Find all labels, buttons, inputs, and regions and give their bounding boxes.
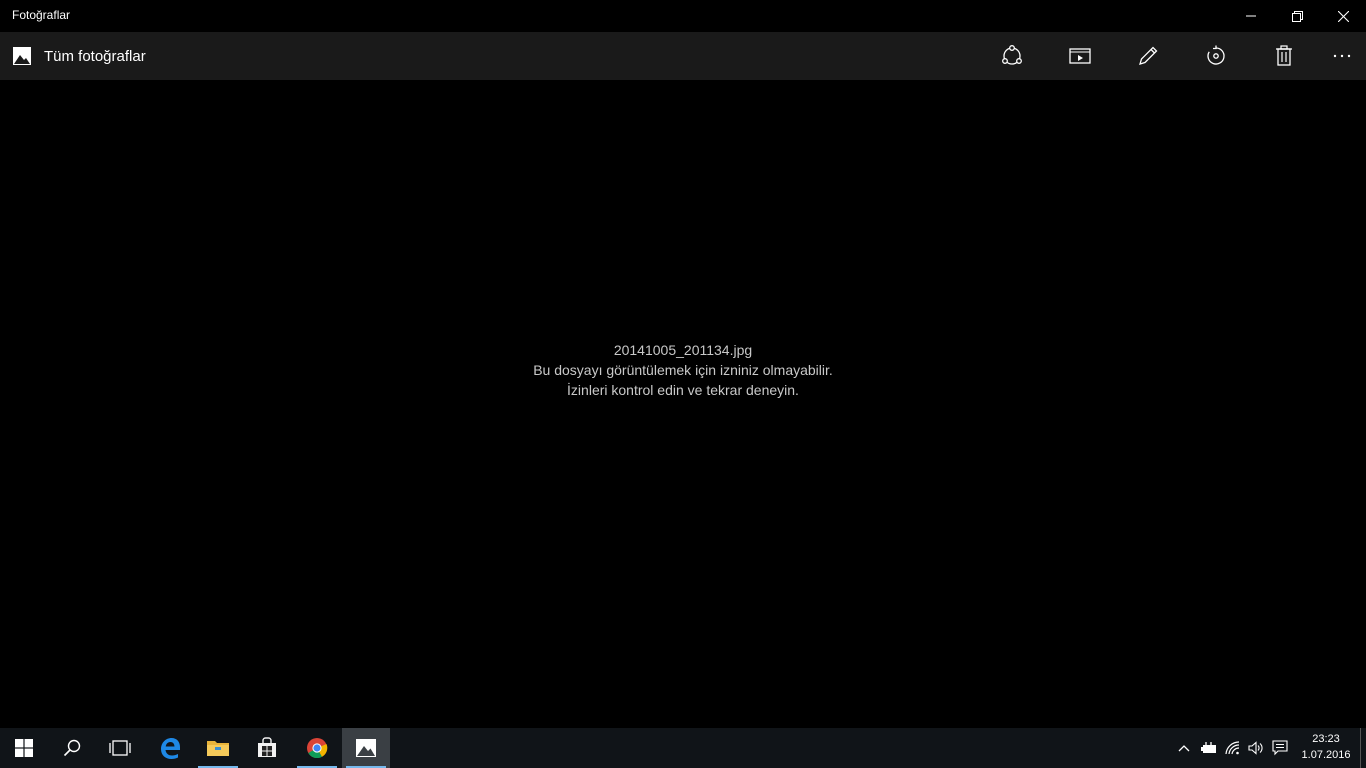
command-bar: Tüm fotoğraflar bbox=[0, 32, 1366, 80]
picture-icon bbox=[13, 47, 31, 65]
file-explorer-taskbar-button[interactable] bbox=[194, 728, 242, 768]
taskbar: 23:23 1.07.2016 bbox=[0, 728, 1366, 768]
clock-date: 1.07.2016 bbox=[1301, 749, 1351, 761]
rotate-icon bbox=[1207, 45, 1225, 65]
close-icon bbox=[1337, 10, 1349, 22]
edge-taskbar-button[interactable] bbox=[146, 728, 194, 768]
title-bar[interactable]: Fotoğraflar bbox=[0, 0, 1366, 32]
wifi-icon bbox=[1225, 741, 1240, 755]
minimize-button[interactable] bbox=[1228, 0, 1274, 32]
permission-message: Bu dosyayı görüntülemek için izniniz olm… bbox=[533, 362, 833, 398]
share-button[interactable] bbox=[982, 32, 1042, 80]
task-view-icon bbox=[109, 740, 131, 756]
restore-icon bbox=[1291, 10, 1303, 22]
more-icon bbox=[1333, 54, 1351, 58]
show-desktop-button[interactable] bbox=[1360, 728, 1366, 768]
minimize-icon bbox=[1246, 15, 1256, 17]
store-icon bbox=[258, 737, 276, 757]
more-button[interactable] bbox=[1312, 32, 1366, 80]
all-photos-link[interactable]: Tüm fotoğraflar bbox=[0, 32, 146, 80]
edit-button[interactable] bbox=[1118, 32, 1178, 80]
volume-tray-button[interactable] bbox=[1244, 728, 1268, 768]
search-icon bbox=[63, 739, 81, 757]
photos-window: Fotoğraflar Tüm fotoğraflar 20141005_201… bbox=[0, 0, 1366, 728]
photos-icon bbox=[356, 739, 376, 757]
app-title: Fotoğraflar bbox=[12, 8, 71, 22]
slideshow-button[interactable] bbox=[1050, 32, 1110, 80]
chevron-up-icon bbox=[1178, 745, 1190, 752]
photo-viewer: 20141005_201134.jpg Bu dosyayı görüntüle… bbox=[0, 80, 1366, 728]
show-hidden-icons-button[interactable] bbox=[1172, 728, 1196, 768]
clock-time: 23:23 bbox=[1312, 733, 1340, 745]
edge-icon bbox=[161, 738, 180, 759]
speaker-icon bbox=[1248, 741, 1263, 755]
restore-button[interactable] bbox=[1274, 0, 1320, 32]
slideshow-icon bbox=[1069, 48, 1091, 64]
notification-icon bbox=[1272, 740, 1288, 756]
photos-taskbar-button[interactable] bbox=[342, 728, 390, 768]
power-tray-button[interactable] bbox=[1197, 728, 1221, 768]
power-plug-icon bbox=[1201, 742, 1216, 753]
file-name: 20141005_201134.jpg bbox=[613, 342, 753, 358]
all-photos-label: Tüm fotoğraflar bbox=[44, 47, 146, 65]
folder-icon bbox=[207, 741, 229, 756]
rotate-button[interactable] bbox=[1186, 32, 1246, 80]
search-button[interactable] bbox=[48, 728, 96, 768]
system-clock[interactable]: 23:23 1.07.2016 bbox=[1296, 731, 1356, 763]
pencil-icon bbox=[1139, 46, 1158, 65]
chrome-taskbar-button[interactable] bbox=[293, 728, 341, 768]
action-center-button[interactable] bbox=[1268, 728, 1292, 768]
chrome-icon bbox=[307, 738, 328, 759]
share-icon bbox=[1002, 45, 1022, 65]
delete-button[interactable] bbox=[1254, 32, 1314, 80]
start-button[interactable] bbox=[0, 728, 48, 768]
trash-icon bbox=[1276, 45, 1292, 66]
windows-logo-icon bbox=[15, 739, 33, 757]
task-view-button[interactable] bbox=[96, 728, 144, 768]
store-taskbar-button[interactable] bbox=[243, 728, 291, 768]
close-button[interactable] bbox=[1320, 0, 1366, 32]
network-tray-button[interactable] bbox=[1221, 728, 1245, 768]
error-message: 20141005_201134.jpg Bu dosyayı görüntüle… bbox=[533, 340, 833, 400]
